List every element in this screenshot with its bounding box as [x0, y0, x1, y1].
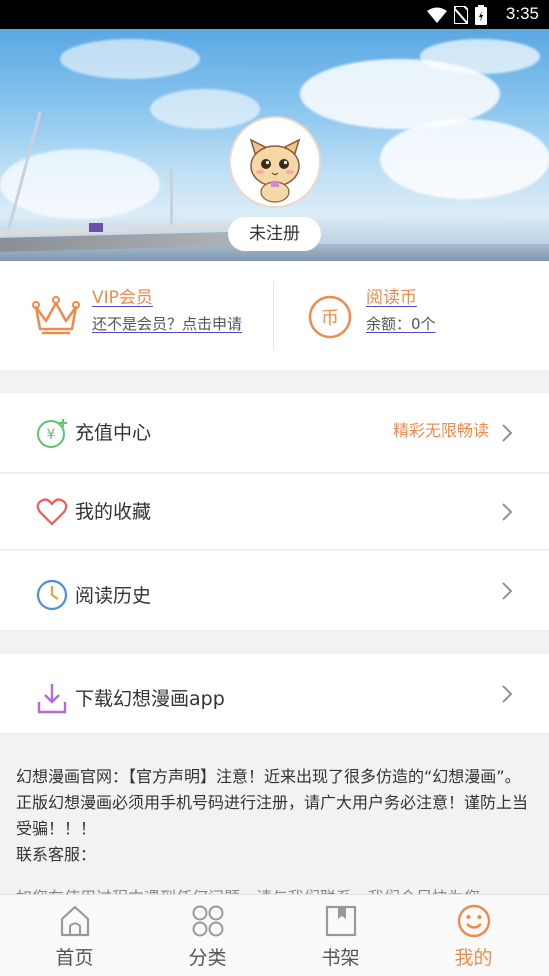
- register-button[interactable]: 未注册: [228, 217, 321, 251]
- heart-icon: [36, 498, 68, 526]
- tab-home[interactable]: 首页: [6, 895, 143, 976]
- smiley-icon: [457, 904, 490, 938]
- history-label: 阅读历史: [75, 585, 152, 607]
- coins-title[interactable]: 阅读币: [366, 283, 417, 308]
- tab-label: 我的: [454, 947, 493, 969]
- tab-label: 书架: [321, 947, 360, 969]
- coins-balance[interactable]: 余额：0个: [366, 313, 436, 334]
- tab-mine[interactable]: 我的: [405, 895, 542, 976]
- crown-icon: [32, 296, 80, 335]
- cat-avatar-icon: [231, 118, 319, 206]
- download-icon: [37, 684, 67, 714]
- bottom-tab-bar: 首页 分类 书架 我的: [0, 894, 549, 976]
- home-icon: [60, 905, 89, 937]
- wifi-icon: [427, 7, 447, 23]
- chevron-right-icon: [502, 582, 513, 600]
- recharge-center-row[interactable]: ¥ 充值中心 精彩无限畅读: [0, 393, 549, 473]
- yuan-plus-icon: ¥: [37, 419, 67, 448]
- chevron-right-icon: [502, 685, 513, 703]
- favorites-label: 我的收藏: [75, 501, 152, 523]
- favorites-row[interactable]: 我的收藏: [0, 474, 549, 550]
- official-notice: 幻想漫画官网：【官方声明】注意！近来出现了很多仿造的“幻想漫画”。正版幻想漫画必…: [0, 755, 549, 895]
- no-sim-icon: [454, 6, 468, 24]
- download-label: 下载幻想漫画app: [75, 688, 225, 710]
- download-app-row[interactable]: 下载幻想漫画app: [0, 654, 549, 734]
- status-time: 3:35: [505, 4, 539, 23]
- svg-text:¥: ¥: [47, 427, 56, 443]
- reading-coins-entry[interactable]: 币 阅读币 余额：0个: [274, 261, 549, 370]
- vip-title[interactable]: VIP会员: [92, 283, 153, 308]
- chevron-right-icon: [502, 503, 513, 521]
- tab-bookshelf[interactable]: 书架: [272, 895, 409, 976]
- battery-icon: [475, 5, 487, 25]
- recharge-promo: 精彩无限畅读: [392, 421, 489, 440]
- grid-icon: [192, 905, 223, 937]
- status-bar: 3:35: [0, 0, 549, 29]
- avatar[interactable]: [229, 116, 321, 208]
- status-icons: [427, 5, 487, 25]
- vip-member-entry[interactable]: VIP会员 还不是会员？点击申请: [0, 261, 273, 370]
- tab-categories[interactable]: 分类: [139, 895, 276, 976]
- contact-label: 联系客服：: [16, 845, 97, 864]
- profile-banner: 未注册: [0, 29, 549, 261]
- membership-panel: VIP会员 还不是会员？点击申请 币 阅读币 余额：0个: [0, 261, 549, 370]
- tab-label: 分类: [188, 947, 227, 969]
- reading-history-row[interactable]: 阅读历史: [0, 551, 549, 631]
- recharge-label: 充值中心: [75, 422, 152, 444]
- svg-text:币: 币: [321, 308, 339, 329]
- clock-icon: [36, 579, 68, 611]
- coin-icon: 币: [308, 295, 352, 339]
- tab-label: 首页: [55, 947, 94, 969]
- chevron-right-icon: [502, 424, 513, 442]
- notice-text: 幻想漫画官网：【官方声明】注意！近来出现了很多仿造的“幻想漫画”。正版幻想漫画必…: [16, 767, 529, 838]
- bookshelf-icon: [325, 905, 356, 937]
- vip-apply-link[interactable]: 还不是会员？点击申请: [92, 313, 242, 334]
